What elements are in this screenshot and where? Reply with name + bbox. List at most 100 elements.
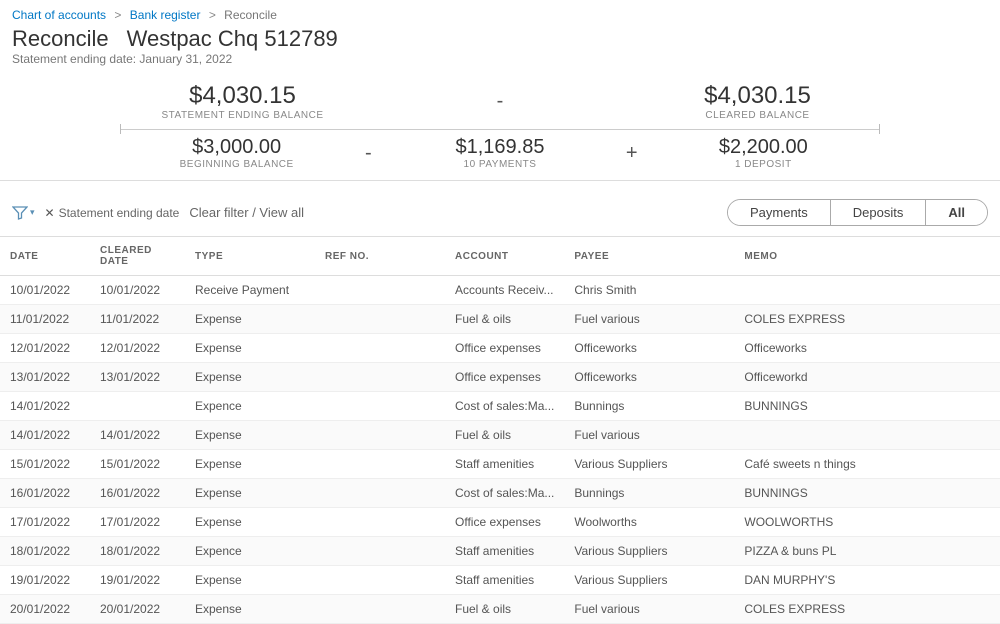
table-row[interactable]: 13/01/202213/01/2022ExpenseOffice expens… — [0, 363, 1000, 392]
minus-operator-2: - — [353, 142, 383, 165]
statement-ending-label: STATEMENT ENDING BALANCE — [0, 110, 485, 121]
table-row[interactable]: 20/01/202220/01/2022ExpenseFuel & oilsFu… — [0, 595, 1000, 624]
statement-ending-amount: $4,030.15 — [0, 82, 485, 110]
cell-date: 19/01/2022 — [0, 566, 90, 595]
cell-payee: Fuel various — [564, 305, 734, 334]
cell-account: Accounts Receiv... — [445, 276, 564, 305]
cell-cleared: 14/01/2022 — [90, 421, 185, 450]
cell-cleared: 16/01/2022 — [90, 479, 185, 508]
cell-type: Expense — [185, 479, 315, 508]
minus-operator: - — [485, 90, 515, 113]
cell-payee: Bunnings — [564, 479, 734, 508]
cell-account: Office expenses — [445, 334, 564, 363]
cell-memo: COLES EXPRESS — [734, 305, 1000, 334]
deposits-total: $2,200.00 1 DEPOSIT — [647, 136, 880, 170]
cell-date: 14/01/2022 — [0, 421, 90, 450]
cell-type: Expense — [185, 334, 315, 363]
deposits-label: 1 DEPOSIT — [647, 159, 880, 170]
cell-date: 20/01/2022 — [0, 595, 90, 624]
cell-payee: Various Suppliers — [564, 566, 734, 595]
beginning-balance: $3,000.00 BEGINNING BALANCE — [120, 136, 353, 170]
cleared-label: CLEARED BALANCE — [515, 110, 1000, 121]
cell-memo — [734, 421, 1000, 450]
cell-payee: Officeworks — [564, 334, 734, 363]
tab-all[interactable]: All — [926, 200, 987, 225]
cell-date: 10/01/2022 — [0, 276, 90, 305]
cell-type: Receive Payment — [185, 276, 315, 305]
col-account[interactable]: ACCOUNT — [445, 237, 564, 276]
statement-ending-balance: $4,030.15 STATEMENT ENDING BALANCE — [0, 82, 485, 121]
cell-ref — [315, 566, 445, 595]
col-payee[interactable]: PAYEE — [564, 237, 734, 276]
cell-payee: Fuel various — [564, 421, 734, 450]
close-icon[interactable]: ✕ — [45, 206, 55, 220]
cell-account: Cost of sales:Ma... — [445, 479, 564, 508]
cell-type: Expense — [185, 450, 315, 479]
statement-date-label: Statement ending date: January 31, 2022 — [0, 52, 1000, 78]
table-row[interactable]: 10/01/202210/01/2022Receive PaymentAccou… — [0, 276, 1000, 305]
cell-date: 18/01/2022 — [0, 537, 90, 566]
cell-payee: Various Suppliers — [564, 537, 734, 566]
table-row[interactable]: 17/01/202217/01/2022ExpenseOffice expens… — [0, 508, 1000, 537]
breadcrumb-sep: > — [209, 8, 216, 22]
cell-memo: PIZZA & buns PL — [734, 537, 1000, 566]
cell-account: Staff amenities — [445, 537, 564, 566]
table-row[interactable]: 15/01/202215/01/2022ExpenseStaff ameniti… — [0, 450, 1000, 479]
cell-memo: COLES EXPRESS — [734, 595, 1000, 624]
cell-date: 11/01/2022 — [0, 305, 90, 334]
filter-chip-label: Statement ending date — [59, 206, 180, 220]
cell-cleared: 10/01/2022 — [90, 276, 185, 305]
cell-cleared: 20/01/2022 — [90, 595, 185, 624]
table-row[interactable]: 14/01/2022ExpenceCost of sales:Ma...Bunn… — [0, 392, 1000, 421]
table-row[interactable]: 16/01/202216/01/2022ExpenseCost of sales… — [0, 479, 1000, 508]
tab-payments[interactable]: Payments — [728, 200, 831, 225]
cell-date: 17/01/2022 — [0, 508, 90, 537]
table-row[interactable]: 18/01/202218/01/2022ExpenceStaff ameniti… — [0, 537, 1000, 566]
breadcrumb-register[interactable]: Bank register — [130, 8, 201, 22]
table-row[interactable]: 19/01/202219/01/2022ExpenseStaff ameniti… — [0, 566, 1000, 595]
beginning-label: BEGINNING BALANCE — [120, 159, 353, 170]
tab-deposits[interactable]: Deposits — [831, 200, 927, 225]
cell-cleared: 15/01/2022 — [90, 450, 185, 479]
col-type[interactable]: TYPE — [185, 237, 315, 276]
cell-ref — [315, 392, 445, 421]
filter-chip[interactable]: ✕ Statement ending date — [45, 206, 180, 220]
payments-total: $1,169.85 10 PAYMENTS — [383, 136, 616, 170]
cell-memo: Officeworkd — [734, 363, 1000, 392]
breadcrumb-current: Reconcile — [224, 8, 277, 22]
cell-ref — [315, 421, 445, 450]
cell-type: Expense — [185, 566, 315, 595]
payments-label: 10 PAYMENTS — [383, 159, 616, 170]
cell-type: Expence — [185, 537, 315, 566]
cell-ref — [315, 537, 445, 566]
breadcrumb-sep: > — [114, 8, 121, 22]
cleared-amount: $4,030.15 — [515, 82, 1000, 110]
breadcrumb-chart[interactable]: Chart of accounts — [12, 8, 106, 22]
cell-account: Cost of sales:Ma... — [445, 392, 564, 421]
page-title-row: Reconcile Westpac Chq 512789 — [0, 24, 1000, 52]
table-row[interactable]: 14/01/202214/01/2022ExpenseFuel & oilsFu… — [0, 421, 1000, 450]
cell-cleared: 19/01/2022 — [90, 566, 185, 595]
cell-ref — [315, 595, 445, 624]
filter-icon[interactable]: ▾ — [12, 206, 35, 220]
col-date[interactable]: DATE — [0, 237, 90, 276]
cleared-balance: $4,030.15 CLEARED BALANCE — [515, 82, 1000, 121]
cell-type: Expense — [185, 421, 315, 450]
cell-payee: Woolworths — [564, 508, 734, 537]
cell-type: Expense — [185, 363, 315, 392]
cell-memo: BUNNINGS — [734, 479, 1000, 508]
filter-row: ▾ ✕ Statement ending date Clear filter /… — [0, 181, 1000, 236]
cell-payee: Bunnings — [564, 392, 734, 421]
col-memo[interactable]: MEMO — [734, 237, 1000, 276]
cell-payee: Chris Smith — [564, 276, 734, 305]
transactions-table: DATE CLEARED DATE TYPE REF NO. ACCOUNT P… — [0, 236, 1000, 624]
cell-ref — [315, 450, 445, 479]
payments-amount: $1,169.85 — [383, 136, 616, 159]
col-ref[interactable]: REF NO. — [315, 237, 445, 276]
col-cleared[interactable]: CLEARED DATE — [90, 237, 185, 276]
table-row[interactable]: 11/01/202211/01/2022ExpenseFuel & oilsFu… — [0, 305, 1000, 334]
cell-date: 16/01/2022 — [0, 479, 90, 508]
segmented-control: Payments Deposits All — [727, 199, 988, 226]
clear-filter-link[interactable]: Clear filter / View all — [189, 205, 304, 220]
table-row[interactable]: 12/01/202212/01/2022ExpenseOffice expens… — [0, 334, 1000, 363]
